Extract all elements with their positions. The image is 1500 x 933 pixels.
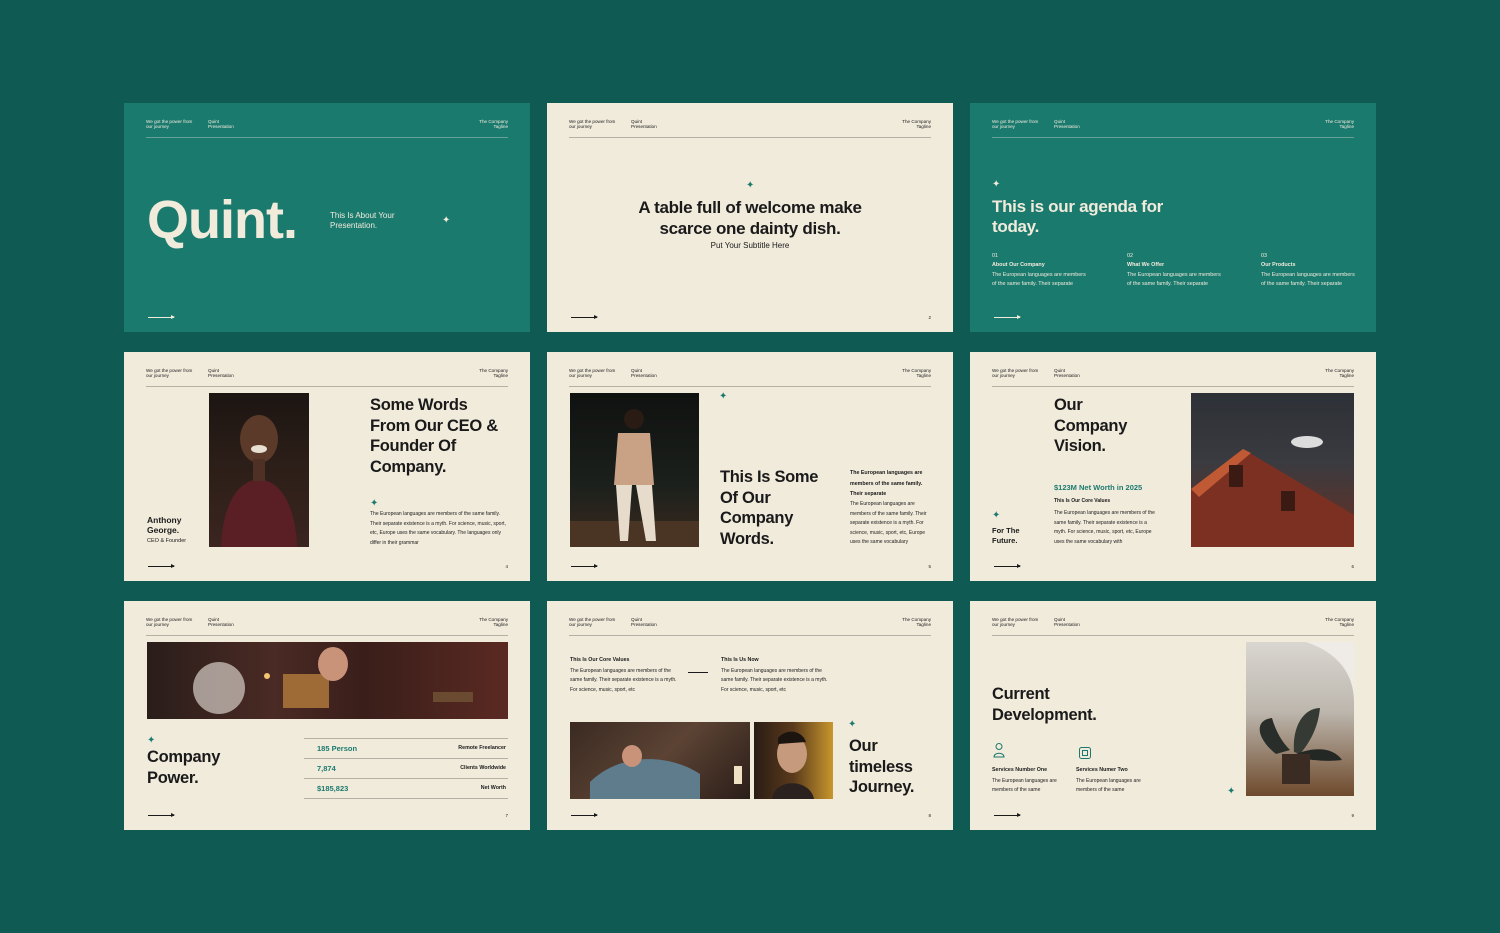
slide-header: We got the power from our journey Quint …	[569, 368, 931, 387]
ceo-text: The European languages are members of th…	[370, 511, 506, 546]
company-words-heading: This Is Some Of Our Company Words.	[720, 468, 819, 548]
sparkle-icon: ✦	[992, 179, 1001, 190]
vision-highlight: $123M Net Worth in 2025	[1054, 483, 1143, 492]
gear-box-icon	[1078, 746, 1092, 760]
reading-photo	[147, 642, 508, 719]
sparkle-icon: ✦	[992, 510, 1001, 521]
portrait-photo	[754, 722, 833, 799]
slide-agenda[interactable]: We got the power from our journey Quint …	[970, 103, 1376, 332]
ceo-role: CEO & Founder	[147, 538, 187, 544]
journey-col1-text: The European languages are members of th…	[570, 668, 677, 693]
stat-row: 185 Person Remote Freelancer	[304, 738, 508, 758]
slide-header: We got the power from our journey Quint …	[569, 119, 931, 138]
slide-quote[interactable]: We got the power from our journey Quint …	[547, 103, 953, 332]
ceo-photo-art	[221, 415, 297, 547]
slide-header: We got the power from our journey Quint …	[146, 119, 508, 138]
arrow-right-icon[interactable]	[148, 813, 175, 817]
ceo-heading: Some Words From Our CEO & Founder Of Com…	[370, 396, 498, 476]
page-number: 9	[1351, 813, 1354, 818]
stat-row: 7,874 Clients Worldwide	[304, 758, 508, 778]
sparkle-icon: ✦	[147, 735, 156, 746]
sparkle-icon: ✦	[848, 719, 857, 730]
journey-col2-label: This Is Us Now	[721, 657, 759, 663]
arrow-right-icon[interactable]	[994, 315, 1021, 319]
service-one-text: The European languages are members of th…	[992, 778, 1057, 794]
sofa-photo-art	[590, 745, 742, 799]
slide-title[interactable]: We got the power from our journey Quint …	[124, 103, 530, 332]
slide-development[interactable]: We got the power from our journey Quint …	[970, 601, 1376, 830]
slide-header: We got the power from our journey Quint …	[992, 617, 1354, 636]
sparkle-icon: ✦	[1227, 786, 1236, 797]
arrow-right-icon[interactable]	[148, 564, 175, 568]
page-number: 2	[928, 315, 931, 320]
page-number: 4	[505, 564, 508, 569]
fashion-photo	[570, 393, 699, 547]
roof-photo	[1191, 393, 1354, 547]
journey-col2-text: The European languages are members of th…	[721, 668, 828, 693]
reading-photo-art	[193, 647, 473, 714]
slide-header: We got the power from our journey Quint …	[146, 617, 508, 636]
fashion-photo-art	[570, 409, 699, 547]
agenda-heading: This is our agenda for today.	[992, 197, 1163, 236]
service-two-text: The European languages are members of th…	[1076, 778, 1141, 794]
arrow-right-icon[interactable]	[994, 813, 1021, 817]
slide-header: We got the power from our journey Quint …	[992, 368, 1354, 387]
slide-company-power[interactable]: We got the power from our journey Quint …	[124, 601, 530, 830]
sparkle-icon: ✦	[442, 215, 451, 226]
page-number: 5	[928, 564, 931, 569]
page-number: 8	[928, 813, 931, 818]
vision-label: This Is Our Core Values	[1054, 498, 1111, 504]
company-words-text: The European languages are members of th…	[850, 501, 927, 546]
arrow-right-icon[interactable]	[571, 813, 598, 817]
quote-subtitle: Put Your Subtitle Here	[710, 241, 790, 250]
brand-subtitle: This Is About Your Presentation.	[330, 211, 395, 230]
arrow-right-icon[interactable]	[148, 315, 175, 319]
journey-col1-label: This Is Our Core Values	[570, 657, 630, 663]
arrow-right-icon	[688, 672, 708, 673]
ceo-photo	[209, 393, 309, 547]
agenda-item: 03 Our Products The European languages a…	[1261, 253, 1355, 287]
service-two-label: Services Numer Two	[1076, 767, 1128, 773]
sparkle-icon: ✦	[370, 498, 379, 509]
journey-heading: Our timeless Journey.	[849, 737, 915, 796]
slide-header: We got the power from our journey Quint …	[569, 617, 931, 636]
sparkle-icon: ✦	[719, 391, 728, 402]
plant-photo-art	[1259, 642, 1354, 784]
vision-side-label: For The Future.	[992, 526, 1020, 545]
roof-photo-art	[1191, 436, 1354, 547]
page-number: 7	[505, 813, 508, 818]
vision-text: The European languages are members of th…	[1054, 510, 1155, 545]
agenda-item: 01 About Our Company The European langua…	[992, 253, 1086, 287]
arrow-right-icon[interactable]	[571, 315, 598, 319]
slide-vision[interactable]: We got the power from our journey Quint …	[970, 352, 1376, 581]
service-one-label: Services Number One	[992, 767, 1048, 773]
slide-header: We got the power from our journey Quint …	[146, 368, 508, 387]
quote-heading: A table full of welcome make scarce one …	[638, 198, 862, 238]
slide-ceo[interactable]: We got the power from our journey Quint …	[124, 352, 530, 581]
vision-heading: Our Company Vision.	[1054, 396, 1128, 455]
plant-photo	[1246, 642, 1354, 796]
arrow-right-icon[interactable]	[571, 564, 598, 568]
arrow-right-icon[interactable]	[994, 564, 1021, 568]
slide-company-words[interactable]: We got the power from our journey Quint …	[547, 352, 953, 581]
slide-journey[interactable]: We got the power from our journey Quint …	[547, 601, 953, 830]
person-icon	[993, 742, 1005, 758]
portrait-photo-art	[772, 731, 814, 799]
stats-table: 185 Person Remote Freelancer 7,874 Clien…	[304, 738, 508, 799]
company-power-heading: Company Power.	[147, 748, 221, 787]
stat-row: $185,823 Net Worth	[304, 778, 508, 799]
company-words-lead: The European languages are members of th…	[850, 470, 923, 497]
development-heading: Current Development.	[992, 685, 1097, 724]
sofa-photo	[570, 722, 750, 799]
sparkle-icon: ✦	[746, 180, 755, 191]
brand-title: Quint.	[147, 190, 298, 250]
page-number: 6	[1351, 564, 1354, 569]
ceo-name: Anthony George.	[147, 515, 182, 535]
agenda-item: 02 What We Offer The European languages …	[1127, 253, 1221, 287]
slide-header: We got the power from our journey Quint …	[992, 119, 1354, 138]
